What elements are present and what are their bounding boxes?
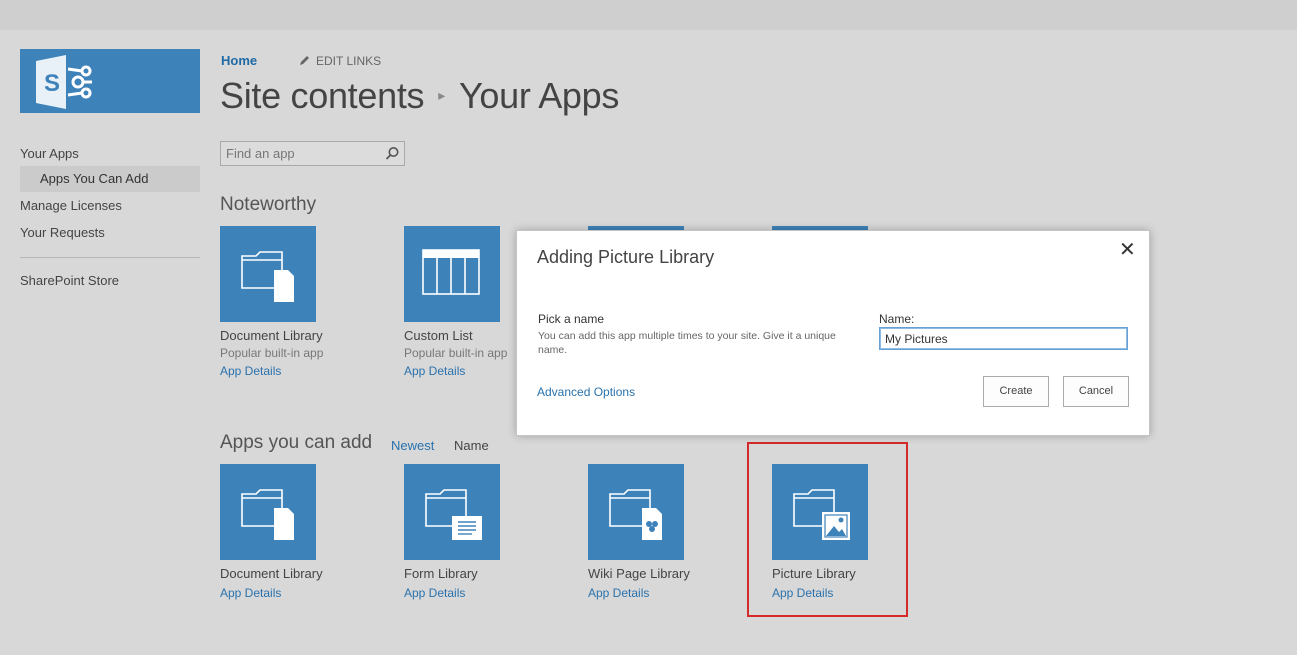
pick-name-help: You can add this app multiple times to y… — [538, 330, 836, 356]
name-field[interactable] — [879, 327, 1128, 350]
sharepoint-logo[interactable]: S — [20, 49, 200, 113]
tile-name[interactable]: Document Library — [220, 328, 380, 343]
noteworthy-tile-document-library[interactable]: Document Library Popular built-in app Ap… — [220, 226, 380, 378]
nav-home-link[interactable]: Home — [221, 53, 257, 68]
pencil-icon — [300, 56, 309, 65]
top-nav: Home EDIT LINKS — [221, 53, 381, 68]
app-tile-form-library[interactable]: Form Library App Details — [404, 464, 564, 600]
sharepoint-logo-icon: S — [36, 55, 92, 109]
leftnav-item-manage-licenses[interactable]: Manage Licenses — [20, 195, 200, 222]
dialog-title: Adding Picture Library — [537, 247, 715, 267]
page-title: Site contents ▸ Your Apps — [220, 75, 619, 117]
wiki-page-library-icon[interactable] — [588, 464, 684, 560]
custom-list-icon[interactable] — [404, 226, 500, 322]
noteworthy-heading: Noteworthy — [220, 194, 317, 215]
search-icon[interactable] — [385, 146, 400, 166]
left-navigation: Your Apps Apps You Can Add Manage Licens… — [20, 143, 200, 297]
app-details-link[interactable]: App Details — [588, 586, 748, 600]
edit-links-label: EDIT LINKS — [316, 54, 382, 68]
app-details-link[interactable]: App Details — [220, 586, 380, 600]
pick-name-label: Pick a name — [538, 312, 605, 326]
app-tile-document-library[interactable]: Document Library App Details — [220, 464, 380, 600]
leftnav-item-sharepoint-store[interactable]: SharePoint Store — [20, 270, 200, 297]
document-library-icon[interactable] — [220, 226, 316, 322]
apps-you-can-add-heading: Apps you can add — [220, 432, 373, 453]
tile-name[interactable]: Form Library — [404, 566, 564, 581]
suite-bar — [0, 0, 1297, 30]
tile-name[interactable]: Document Library — [220, 566, 380, 581]
leftnav-item-apps-you-can-add[interactable]: Apps You Can Add — [20, 166, 200, 192]
document-library-icon[interactable] — [220, 464, 316, 560]
highlight-box — [747, 442, 908, 617]
breadcrumb-site-contents[interactable]: Site contents — [220, 75, 425, 116]
app-details-link[interactable]: App Details — [220, 364, 380, 378]
tile-description: Popular built-in app — [220, 346, 324, 360]
advanced-options-link[interactable]: Advanced Options — [537, 385, 635, 399]
app-tile-wiki-page-library[interactable]: Wiki Page Library App Details — [588, 464, 748, 600]
sort-name-link[interactable]: Name — [454, 438, 489, 453]
app-details-link[interactable]: App Details — [404, 586, 564, 600]
tile-name[interactable]: Wiki Page Library — [588, 566, 748, 581]
svg-text:S: S — [44, 70, 60, 97]
find-app-search — [220, 141, 405, 166]
add-app-dialog: Adding Picture Library ✕ Pick a name You… — [516, 230, 1150, 436]
edit-links-button[interactable]: EDIT LINKS — [299, 54, 381, 68]
leftnav-item-your-requests[interactable]: Your Requests — [20, 222, 200, 249]
form-library-icon[interactable] — [404, 464, 500, 560]
breadcrumb-current: Your Apps — [458, 75, 620, 116]
name-field-label: Name: — [879, 312, 915, 326]
sort-newest-link[interactable]: Newest — [391, 438, 434, 453]
leftnav-divider — [20, 257, 200, 258]
search-input[interactable] — [221, 142, 376, 165]
create-button[interactable]: Create — [983, 376, 1049, 407]
cancel-button[interactable]: Cancel — [1063, 376, 1129, 407]
close-icon[interactable]: ✕ — [1119, 240, 1137, 260]
breadcrumb-chevron-icon: ▸ — [438, 87, 445, 103]
